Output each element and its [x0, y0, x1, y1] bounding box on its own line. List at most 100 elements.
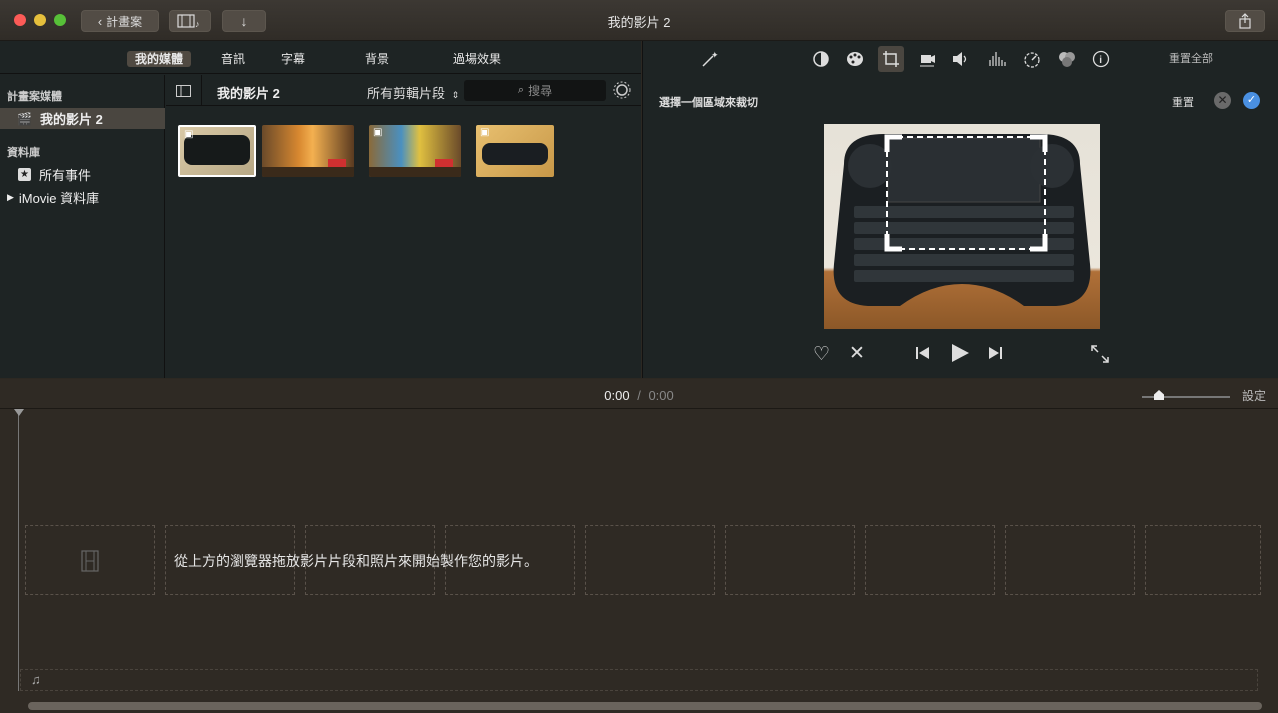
- color-balance-button[interactable]: [810, 49, 832, 69]
- media-thumbnail[interactable]: ▣: [178, 125, 256, 177]
- apply-crop-button[interactable]: ✓: [1243, 92, 1260, 109]
- tab-backgrounds[interactable]: 背景: [357, 51, 397, 67]
- timeline-header: 0:00 / 0:00 設定: [0, 379, 1278, 409]
- empty-clip-slot: [865, 525, 995, 595]
- clip-filter-select[interactable]: 所有剪輯片段 ⇕: [367, 83, 459, 102]
- cancel-crop-button[interactable]: ✕: [1214, 92, 1231, 109]
- browser-tabs: 我的媒體 音訊 字幕 背景 過場效果: [0, 41, 641, 74]
- browser-toolbar: 我的影片 2 所有剪輯片段 ⇕ ⌕ 搜尋: [166, 75, 641, 106]
- media-browser-pane: 我的媒體 音訊 字幕 背景 過場效果 計畫案媒體 🎬 我的影片 2 資料庫 ★ …: [0, 41, 641, 378]
- fullscreen-button[interactable]: [1091, 345, 1109, 366]
- keyboard-image: [833, 134, 1091, 306]
- empty-clip-slot: [725, 525, 855, 595]
- info-button[interactable]: i: [1090, 49, 1112, 69]
- reset-all-button[interactable]: 重置全部: [1169, 50, 1213, 66]
- timeline-pane: 0:00 / 0:00 設定 從上方的瀏覽器拖放影片片段和照片來開始製作您的影片…: [0, 379, 1278, 713]
- skip-back-button[interactable]: [915, 346, 931, 363]
- updown-chevron-icon: ⇕: [451, 90, 460, 100]
- media-thumbnail[interactable]: [262, 125, 354, 177]
- svg-text:✦: ✦: [711, 50, 719, 60]
- timecode: 0:00 / 0:00: [0, 388, 1278, 403]
- media-thumbnails: ▣ ▣ ▣: [166, 107, 641, 378]
- color-balance-icon: [813, 51, 829, 67]
- skip-forward-icon: [989, 347, 1002, 359]
- playhead[interactable]: [18, 411, 19, 691]
- title-bar: ‹ 計畫案 ♪ ↓ 我的影片 2: [0, 0, 1278, 41]
- volume-button[interactable]: [950, 49, 972, 69]
- favorite-button[interactable]: ♡: [813, 343, 830, 366]
- noise-reduction-button[interactable]: [986, 49, 1008, 69]
- speed-button[interactable]: [1021, 49, 1043, 69]
- color-correction-button[interactable]: [844, 49, 866, 69]
- play-button[interactable]: [950, 343, 970, 366]
- color-correction-icon: [847, 52, 863, 66]
- star-icon: ★: [18, 168, 31, 181]
- browser-settings-button[interactable]: [612, 80, 632, 100]
- skip-back-icon: [916, 347, 929, 359]
- empty-clip-slot: [25, 525, 155, 595]
- speed-icon: [1024, 52, 1040, 68]
- search-placeholder: 搜尋: [528, 84, 553, 98]
- clip-filter-icon: [1059, 52, 1075, 67]
- clip-filter-value: 所有剪輯片段: [367, 86, 446, 101]
- disclosure-triangle-icon: ▶: [7, 192, 14, 202]
- sidebar-item-project[interactable]: 🎬 我的影片 2: [0, 108, 165, 129]
- sidebar-item-imovie-library[interactable]: ▶ iMovie 資料庫: [0, 187, 165, 208]
- reset-crop-button[interactable]: 重置: [1172, 94, 1194, 110]
- timeline-horizontal-scrollbar[interactable]: [28, 702, 1262, 710]
- window-title: 我的影片 2: [607, 15, 671, 30]
- magic-wand-icon: ✦: [702, 50, 719, 67]
- crop-icon: [883, 51, 899, 67]
- toggle-sidebar-button[interactable]: [166, 75, 202, 106]
- tab-audio[interactable]: 音訊: [213, 51, 253, 67]
- media-thumbnail[interactable]: ▣: [369, 125, 461, 177]
- search-icon: ⌕: [517, 84, 525, 96]
- crop-button[interactable]: [878, 46, 904, 72]
- stabilization-icon: [920, 55, 935, 67]
- crop-instruction: 選擇一個區域來裁切: [659, 97, 758, 109]
- tab-titles[interactable]: 字幕: [273, 51, 313, 67]
- total-time: 0:00: [648, 388, 674, 403]
- clip-filter-button[interactable]: [1056, 49, 1078, 69]
- viewer-pane: ✦ i 重置全部 選擇一個區域來裁切 重置 ✕ ✓ ♡ ✕: [642, 41, 1278, 378]
- sidebar-icon: [176, 84, 191, 97]
- reject-button[interactable]: ✕: [849, 342, 865, 365]
- close-icon: ✕: [1217, 93, 1228, 107]
- camera-icon: ▣: [373, 127, 383, 138]
- current-time: 0:00: [604, 388, 630, 403]
- search-field[interactable]: ⌕ 搜尋: [464, 80, 606, 101]
- tab-my-media[interactable]: 我的媒體: [127, 51, 192, 67]
- empty-clip-slot: [585, 525, 715, 595]
- audio-track[interactable]: ♫: [20, 669, 1258, 691]
- sidebar-item-project-label: 我的影片 2: [39, 112, 103, 127]
- film-strip-icon: [81, 550, 99, 572]
- tab-transitions[interactable]: 過場效果: [445, 51, 509, 67]
- media-thumbnail[interactable]: ▣: [476, 125, 554, 177]
- heart-icon: ♡: [813, 344, 831, 365]
- stabilization-button[interactable]: [916, 49, 938, 69]
- music-note-icon: ♫: [31, 672, 41, 687]
- clapper-icon: 🎬: [17, 111, 32, 126]
- zoom-slider[interactable]: [1142, 390, 1230, 400]
- svg-text:i: i: [1099, 55, 1102, 66]
- viewer-preview[interactable]: [824, 124, 1100, 329]
- sidebar-section-project: 計畫案媒體: [7, 91, 62, 103]
- gear-icon: [613, 81, 631, 99]
- magic-wand-button[interactable]: ✦: [698, 49, 720, 69]
- time-separator: /: [637, 388, 641, 403]
- reject-icon: ✕: [849, 343, 865, 364]
- timeline-empty-hint: 從上方的瀏覽器拖放影片片段和照片來開始製作您的影片。: [174, 553, 538, 569]
- sidebar-item-all-events[interactable]: ★ 所有事件: [0, 164, 165, 185]
- sidebar-item-imovie-library-label: iMovie 資料庫: [18, 191, 100, 206]
- empty-clip-slot: [1145, 525, 1261, 595]
- timeline-settings-button[interactable]: 設定: [1242, 387, 1266, 404]
- play-icon: [952, 344, 969, 362]
- share-button[interactable]: [1225, 10, 1265, 32]
- library-sidebar: 計畫案媒體 🎬 我的影片 2 資料庫 ★ 所有事件 ▶ iMovie 資料庫: [0, 75, 165, 378]
- playhead-handle[interactable]: [14, 409, 24, 416]
- checkmark-icon: ✓: [1246, 94, 1257, 106]
- skip-forward-button[interactable]: [987, 346, 1003, 363]
- browser-project-title: 我的影片 2: [217, 86, 280, 101]
- fullscreen-icon: [1091, 345, 1109, 363]
- volume-icon: [953, 52, 967, 66]
